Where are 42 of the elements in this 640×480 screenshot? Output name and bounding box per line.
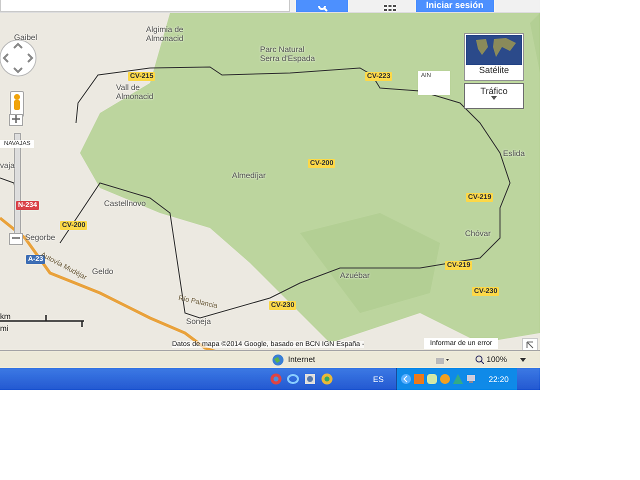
monitor-icon[interactable] (466, 374, 476, 384)
clock: 22:20 (488, 374, 509, 384)
place-label: Segorbe (25, 233, 56, 242)
search-field[interactable] (0, 0, 290, 12)
letter-e-icon[interactable] (287, 373, 299, 385)
apps-grid-icon[interactable] (384, 5, 396, 11)
round-app-icon[interactable] (321, 373, 333, 385)
chevron-left-icon[interactable] (400, 374, 411, 384)
search-icon (316, 6, 328, 12)
place-label: Chóvar (465, 229, 491, 238)
language-indicator[interactable]: ES (373, 374, 384, 384)
place-label: Parc Natural Serra d'Espada (260, 45, 316, 63)
scale-label: km (0, 312, 11, 321)
zoom-in-button[interactable] (9, 114, 23, 126)
place-label: Eslida (503, 149, 525, 158)
place-label: Azuébar (340, 271, 370, 280)
security-zone-label: Internet (288, 355, 316, 364)
satellite-button[interactable]: Satélite (464, 33, 524, 81)
plus-icon (12, 115, 20, 123)
search-button[interactable] (296, 0, 348, 12)
place-label: Soneja (186, 317, 211, 326)
place-label: Castellnovo (104, 199, 146, 208)
traffic-dropdown[interactable]: Tráfico (464, 83, 524, 109)
caret-icon (520, 358, 526, 362)
place-label: Almedíjar (232, 171, 266, 180)
tray-app-icon[interactable] (440, 374, 450, 384)
tray-app-icon[interactable] (426, 374, 437, 384)
place-label: vaja (0, 161, 15, 170)
scale-label: mi (0, 324, 8, 333)
place-label: Gaibel (14, 33, 38, 42)
zoom-out-button[interactable] (9, 233, 23, 245)
place-label: Vall de Almonacid (116, 83, 154, 101)
place-label: Algimia de Almonacid (146, 25, 184, 43)
magnifier-icon (474, 355, 484, 364)
window-app-icon[interactable] (304, 373, 316, 385)
round-app-icon[interactable] (270, 373, 282, 385)
zoom-level-button[interactable]: 100% (474, 355, 526, 364)
place-label: Geldo (92, 267, 114, 276)
world-map-thumbnail-icon (466, 35, 522, 65)
globe-icon (272, 354, 284, 366)
caret-icon (491, 96, 497, 100)
corner-collapse-icon[interactable] (522, 338, 538, 350)
